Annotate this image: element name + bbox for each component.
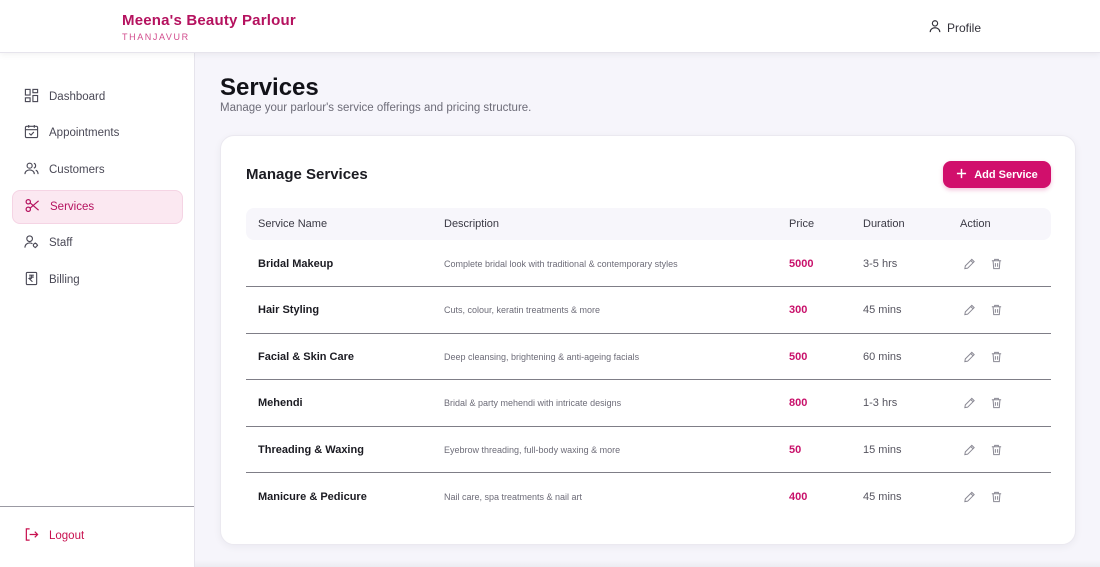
sidebar-item-label: Appointments bbox=[49, 127, 120, 139]
sidebar: Dashboard Appointments Customers Service… bbox=[0, 53, 195, 567]
service-name: Hair Styling bbox=[258, 304, 320, 317]
service-price: 5000 bbox=[789, 257, 814, 270]
column-header-action: Action bbox=[960, 218, 991, 230]
service-duration: 15 mins bbox=[863, 443, 902, 456]
sidebar-item-dashboard[interactable]: Dashboard bbox=[12, 80, 183, 114]
sidebar-item-staff[interactable]: Staff bbox=[12, 226, 183, 260]
service-name: Mehendi bbox=[258, 397, 303, 410]
service-description: Eyebrow threading, full-body waxing & mo… bbox=[444, 444, 621, 455]
card-title: Manage Services bbox=[246, 166, 368, 183]
service-price: 500 bbox=[789, 350, 808, 363]
trash-icon[interactable] bbox=[990, 350, 1003, 363]
table-row: Mehendi Bridal & party mehendi with intri… bbox=[246, 381, 1051, 427]
scissors-icon bbox=[25, 198, 40, 216]
service-duration: 45 mins bbox=[863, 304, 902, 317]
services-card: Manage Services Add Service Service Name… bbox=[220, 135, 1076, 545]
logout-label: Logout bbox=[49, 530, 85, 542]
service-description: Deep cleansing, brightening & anti-agein… bbox=[444, 351, 640, 362]
page-subtitle: Manage your parlour's service offerings … bbox=[220, 102, 532, 114]
sidebar-item-label: Services bbox=[50, 201, 95, 213]
sidebar-item-appointments[interactable]: Appointments bbox=[12, 116, 183, 150]
table-row: Facial & Skin Care Deep cleansing, bright… bbox=[246, 334, 1051, 381]
profile-label: Profile bbox=[947, 20, 982, 35]
receipt-icon bbox=[24, 271, 39, 289]
logout-icon bbox=[24, 527, 39, 545]
service-price: 50 bbox=[789, 443, 802, 456]
service-name: Manicure & Pedicure bbox=[258, 491, 367, 503]
service-name: Bridal Makeup bbox=[258, 257, 334, 270]
service-price: 400 bbox=[789, 491, 808, 503]
row-actions bbox=[963, 491, 1003, 504]
trash-icon[interactable] bbox=[990, 304, 1003, 317]
row-actions bbox=[963, 257, 1003, 270]
add-service-button[interactable]: Add Service bbox=[943, 161, 1051, 188]
edit-icon[interactable] bbox=[963, 304, 976, 317]
profile-button[interactable]: Profile bbox=[928, 19, 981, 36]
logout-button[interactable]: Logout bbox=[24, 527, 84, 545]
trash-icon[interactable] bbox=[990, 397, 1003, 410]
add-service-label: Add Service bbox=[974, 168, 1038, 181]
column-header-duration: Duration bbox=[863, 218, 905, 230]
sidebar-item-billing[interactable]: Billing bbox=[12, 263, 183, 297]
edit-icon[interactable] bbox=[963, 350, 976, 363]
calendar-icon bbox=[24, 124, 39, 142]
staff-icon bbox=[24, 234, 39, 252]
brand-city: THANJAVUR bbox=[122, 32, 190, 42]
trash-icon[interactable] bbox=[990, 491, 1003, 504]
service-description: Nail care, spa treatments & nail art bbox=[444, 492, 583, 502]
service-name: Facial & Skin Care bbox=[258, 350, 354, 363]
service-duration: 3-5 hrs bbox=[863, 257, 898, 270]
page-bottom-edge bbox=[195, 560, 1100, 567]
service-name: Threading & Waxing bbox=[258, 443, 364, 456]
sidebar-item-customers[interactable]: Customers bbox=[12, 153, 183, 187]
row-actions bbox=[963, 350, 1003, 363]
top-header: Meena's Beauty Parlour THANJAVUR Profile bbox=[0, 0, 1100, 53]
row-actions bbox=[963, 397, 1003, 410]
service-duration: 45 mins bbox=[863, 491, 902, 503]
trash-icon[interactable] bbox=[990, 443, 1003, 456]
table-row: Threading & Waxing Eyebrow threading, ful… bbox=[246, 427, 1051, 474]
sidebar-item-label: Staff bbox=[49, 237, 73, 249]
service-description: Bridal & party mehendi with intricate de… bbox=[444, 398, 622, 409]
edit-icon[interactable] bbox=[963, 443, 976, 456]
service-description: Cuts, colour, keratin treatments & more bbox=[444, 305, 601, 316]
service-price: 300 bbox=[789, 304, 808, 317]
sidebar-item-label: Dashboard bbox=[49, 91, 106, 103]
service-duration: 1-3 hrs bbox=[863, 397, 898, 410]
row-actions bbox=[963, 443, 1003, 456]
sidebar-item-label: Billing bbox=[49, 274, 80, 286]
column-header-service-name: Service Name bbox=[258, 218, 328, 230]
plus-icon bbox=[956, 168, 967, 182]
column-header-description: Description bbox=[444, 218, 500, 230]
row-actions bbox=[963, 304, 1003, 317]
edit-icon[interactable] bbox=[963, 397, 976, 410]
dashboard-grid-icon bbox=[24, 88, 39, 106]
sidebar-divider bbox=[0, 506, 194, 507]
edit-icon[interactable] bbox=[963, 257, 976, 270]
table-header: Service Name Description Price Duration … bbox=[246, 208, 1051, 240]
users-icon bbox=[24, 161, 39, 179]
sidebar-item-services[interactable]: Services bbox=[12, 190, 183, 224]
table-row: Manicure & Pedicure Nail care, spa treatm… bbox=[246, 474, 1051, 520]
service-price: 800 bbox=[789, 397, 808, 410]
brand-name: Meena's Beauty Parlour bbox=[122, 12, 296, 29]
edit-icon[interactable] bbox=[963, 491, 976, 504]
column-header-price: Price bbox=[789, 218, 815, 230]
page-title: Services bbox=[220, 74, 319, 101]
service-description: Complete bridal look with traditional & … bbox=[444, 258, 678, 269]
table-row: Bridal Makeup Complete bridal look with t… bbox=[246, 241, 1051, 287]
user-icon bbox=[928, 19, 942, 36]
trash-icon[interactable] bbox=[990, 257, 1003, 270]
brand: Meena's Beauty Parlour THANJAVUR bbox=[122, 12, 296, 42]
sidebar-item-label: Customers bbox=[49, 164, 105, 176]
service-duration: 60 mins bbox=[863, 350, 902, 363]
table-row: Hair Styling Cuts, colour, keratin treatm… bbox=[246, 288, 1051, 334]
